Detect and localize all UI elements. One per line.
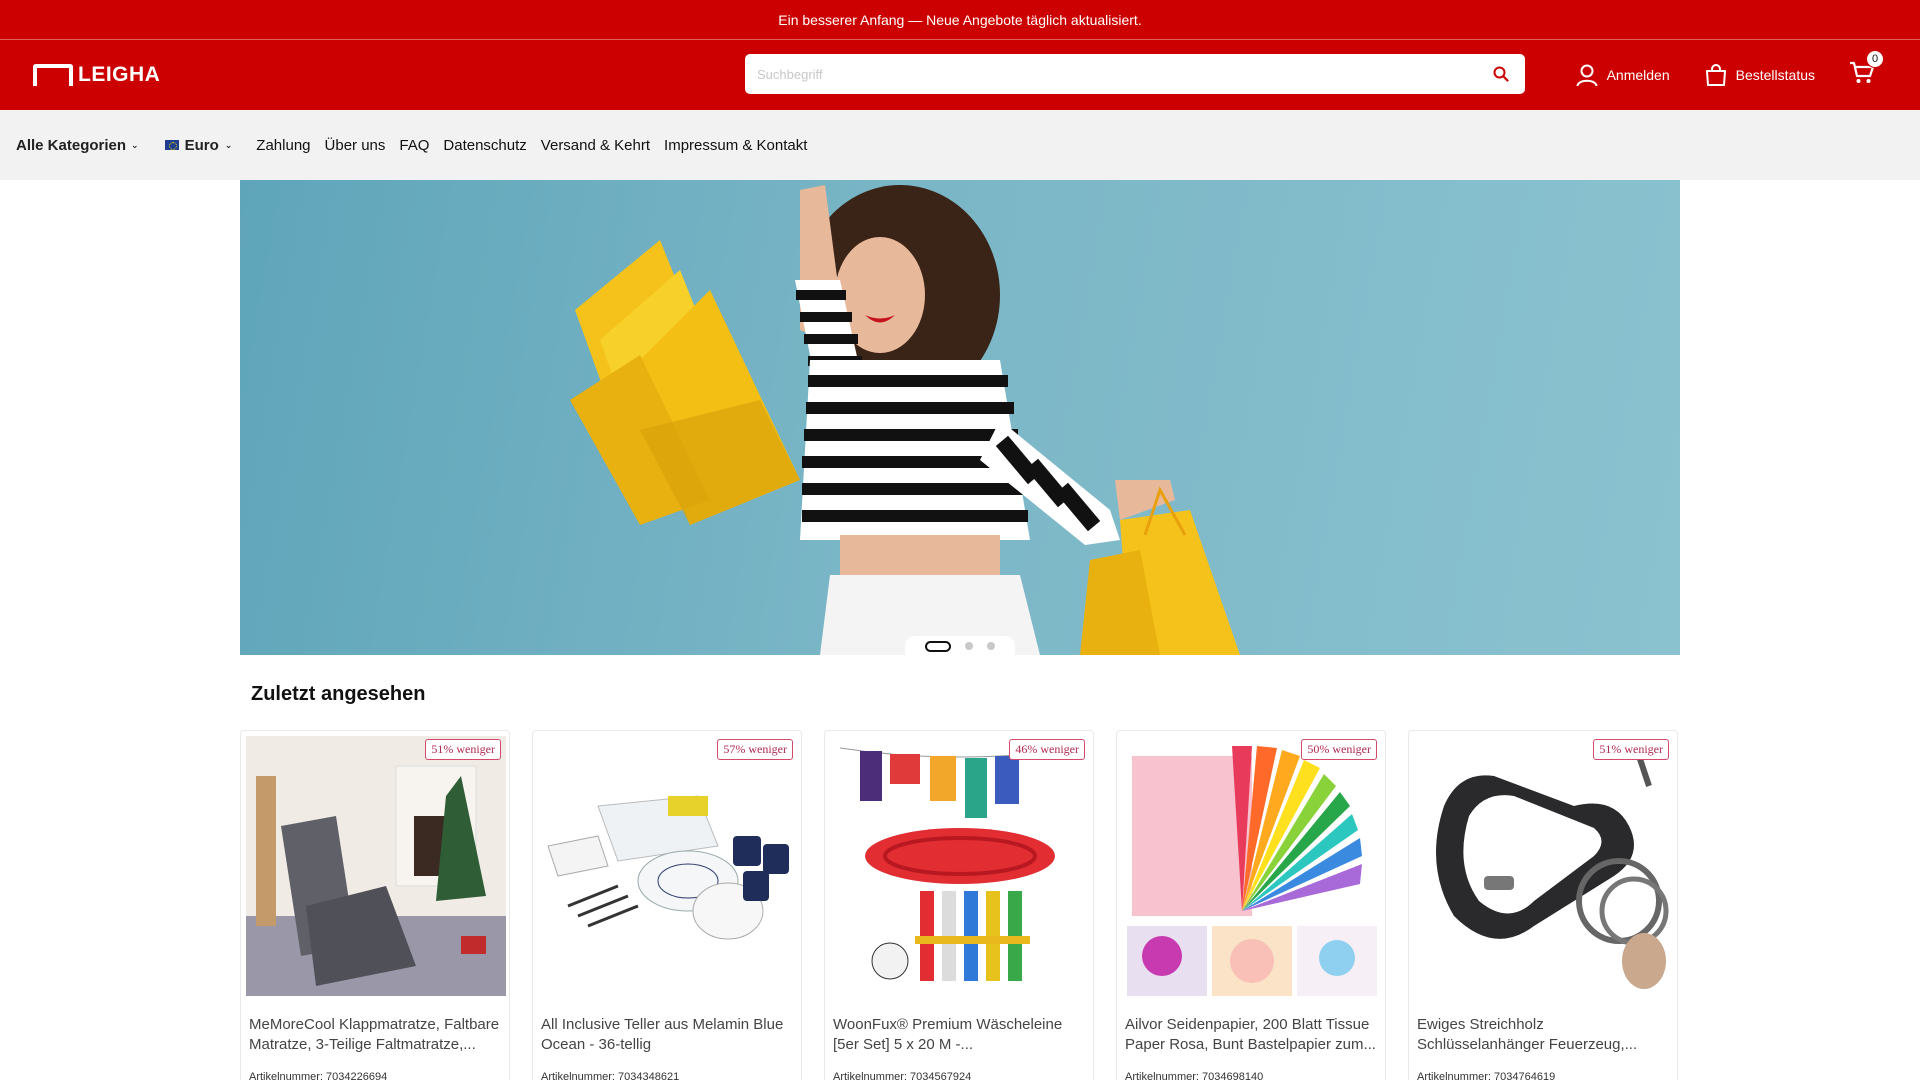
product-sku: Artikelnummer: 7034567924 xyxy=(833,1071,972,1080)
product-card[interactable]: 46% weniger WoonFux® Premium Wäscheleine… xyxy=(824,730,1094,1080)
product-image xyxy=(1122,736,1382,996)
logo-mark-icon xyxy=(33,64,73,86)
currency-label: Euro xyxy=(184,136,219,154)
chevron-down-icon: ⌄ xyxy=(224,139,233,150)
product-card[interactable]: 50% weniger Ailvor Seidenpapier, 200 Bla… xyxy=(1116,730,1386,1080)
product-image xyxy=(1414,736,1674,996)
site-header: LEIGHA Anmelden Bestellstatus xyxy=(0,40,1920,110)
all-categories-label: Alle Kategorien xyxy=(16,136,127,154)
discount-badge: 57% weniger xyxy=(717,739,793,760)
product-image xyxy=(830,736,1090,996)
login-label: Anmelden xyxy=(1606,67,1670,83)
login-link[interactable]: Anmelden xyxy=(1575,63,1670,87)
folding-mattress-image xyxy=(246,736,506,996)
carousel-dots xyxy=(905,636,1015,656)
nav-link-ueber-uns[interactable]: Über uns xyxy=(325,137,386,154)
order-status-link[interactable]: Bestellstatus xyxy=(1704,63,1815,87)
carousel-dot-2[interactable] xyxy=(965,642,973,650)
product-card[interactable]: 57% weniger All Inclusive Teller aus Mel… xyxy=(532,730,802,1080)
nav-link-zahlung[interactable]: Zahlung xyxy=(256,137,310,154)
discount-badge: 50% weniger xyxy=(1301,739,1377,760)
nav-link-versand[interactable]: Versand & Kehrt xyxy=(541,137,650,154)
tissue-paper-image xyxy=(1122,736,1382,996)
all-categories-dropdown[interactable]: Alle Kategorien ⌄ xyxy=(16,137,139,154)
hero-image xyxy=(570,185,1240,655)
chevron-down-icon: ⌄ xyxy=(131,139,139,150)
main-nav: Alle Kategorien ⌄ Euro ⌄ Zahlung Über un… xyxy=(0,110,1920,180)
cart-count-badge: 0 xyxy=(1866,49,1884,68)
user-icon xyxy=(1576,64,1598,87)
eu-flag-icon xyxy=(164,140,179,150)
product-title: WoonFux® Premium Wäscheleine [5er Set] 5… xyxy=(833,1016,1063,1053)
currency-selector[interactable]: Euro ⌄ xyxy=(164,136,233,154)
search-input[interactable] xyxy=(757,66,1489,82)
search-bar xyxy=(745,54,1525,94)
header-actions: Anmelden Bestellstatus 0 xyxy=(1575,40,1884,110)
section-title-recently-viewed: Zuletzt angesehen xyxy=(251,683,426,705)
product-title: All Inclusive Teller aus Melamin Blue Oc… xyxy=(541,1016,784,1053)
product-title: Ewiges Streichholz Schlüsselanhänger Feu… xyxy=(1417,1016,1638,1053)
announcement-text: Ein besserer Anfang — Neue Angebote tägl… xyxy=(778,11,1142,28)
product-card[interactable]: 51% weniger MeMoreCool Klappmatratze, Fa… xyxy=(240,730,510,1080)
nav-link-faq[interactable]: FAQ xyxy=(399,137,429,154)
yellow-bags-left xyxy=(570,240,800,525)
product-sku: Artikelnummer: 7034348621 xyxy=(541,1071,680,1080)
hero-banner[interactable] xyxy=(240,180,1680,655)
logo[interactable]: LEIGHA xyxy=(33,63,160,87)
product-sku: Artikelnummer: 7034226694 xyxy=(249,1071,388,1080)
product-image xyxy=(246,736,506,996)
logo-text: LEIGHA xyxy=(78,63,161,86)
discount-badge: 46% weniger xyxy=(1009,739,1085,760)
product-sku: Artikelnummer: 7034764619 xyxy=(1417,1071,1556,1080)
discount-badge: 51% weniger xyxy=(425,739,501,760)
nav-link-datenschutz[interactable]: Datenschutz xyxy=(443,137,526,154)
nav-link-impressum[interactable]: Impressum & Kontakt xyxy=(664,137,807,154)
carousel-dot-1[interactable] xyxy=(925,640,951,652)
product-card[interactable]: 51% weniger Ewiges Streichholz Schlüssel… xyxy=(1408,730,1678,1080)
search-icon xyxy=(1493,66,1509,82)
announcement-bar: Ein besserer Anfang — Neue Angebote tägl… xyxy=(0,0,1920,40)
product-title: Ailvor Seidenpapier, 200 Blatt Tissue Pa… xyxy=(1125,1016,1376,1053)
shopping-bag-icon xyxy=(1705,64,1726,86)
product-sku: Artikelnummer: 7034698140 xyxy=(1125,1071,1264,1080)
melamine-dishes-image xyxy=(538,736,798,996)
keychain-lighter-image xyxy=(1414,736,1674,996)
search-button[interactable] xyxy=(1489,62,1513,86)
product-image xyxy=(538,736,798,996)
carousel-dot-3[interactable] xyxy=(987,642,995,650)
order-status-label: Bestellstatus xyxy=(1735,67,1815,83)
recently-viewed-products: 51% weniger MeMoreCool Klappmatratze, Fa… xyxy=(240,730,1680,1080)
cart-button[interactable]: 0 xyxy=(1849,49,1884,90)
discount-badge: 51% weniger xyxy=(1593,739,1669,760)
clothesline-image xyxy=(830,736,1090,996)
product-title: MeMoreCool Klappmatratze, Faltbare Matra… xyxy=(249,1016,500,1053)
